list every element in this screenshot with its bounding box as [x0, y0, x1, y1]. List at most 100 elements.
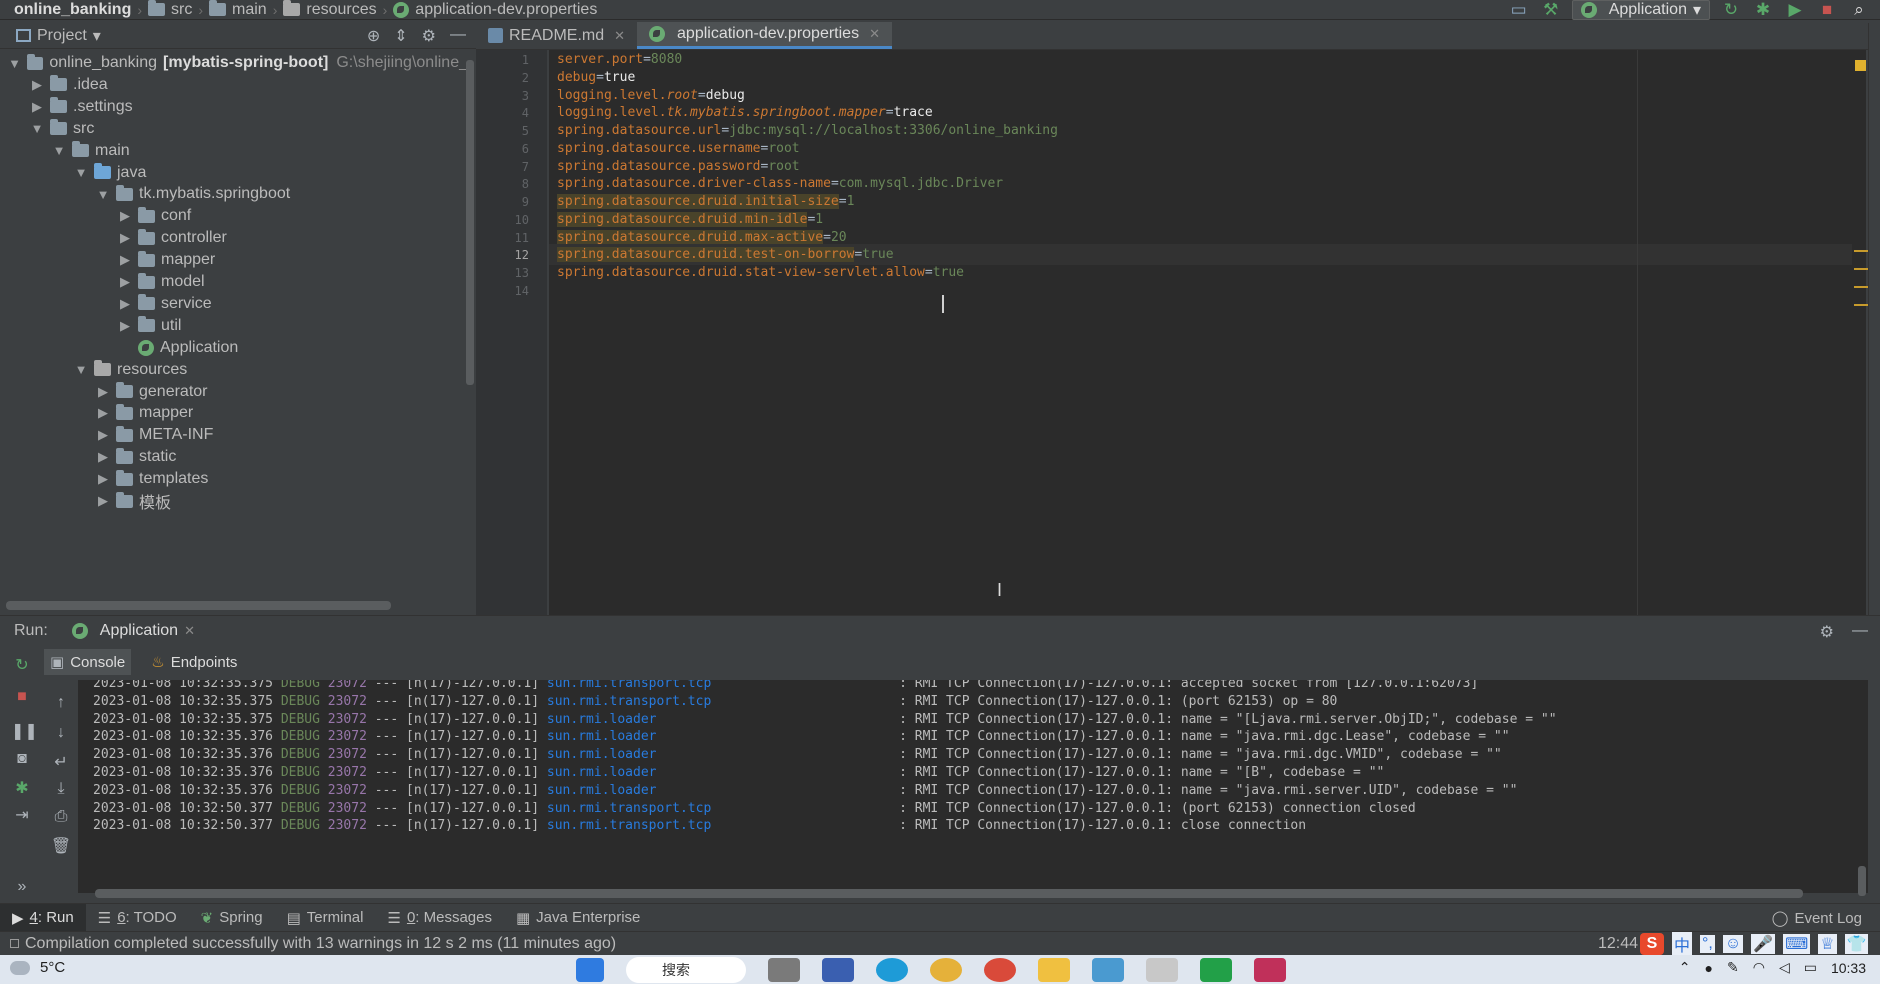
punctuation-icon[interactable]: °, [1700, 935, 1715, 953]
exit-icon[interactable]: ⇥ [11, 805, 33, 825]
ime-mode[interactable]: 中 [1672, 932, 1693, 956]
more-icon[interactable]: » [11, 878, 33, 896]
collapsed-arrow-icon[interactable]: ▶ [94, 471, 112, 487]
app-icon[interactable] [1146, 958, 1178, 982]
collapsed-arrow-icon[interactable]: ▶ [116, 252, 134, 268]
console-output[interactable]: 2023-01-08 10:32:35.375 DEBUG 23072 --- [n(1… [78, 680, 1868, 893]
arrow-up-icon[interactable]: ↑ [50, 694, 72, 712]
collapsed-arrow-icon[interactable]: ▶ [28, 77, 46, 93]
breadcrumb-src[interactable]: src [148, 0, 192, 19]
collapsed-arrow-icon[interactable]: ▶ [94, 384, 112, 400]
keyboard-icon[interactable]: ⌨ [1783, 934, 1811, 954]
line-number[interactable]: 8 [499, 177, 529, 191]
app-icon[interactable] [1092, 958, 1124, 982]
soft-wrap-icon[interactable]: ↵ [50, 752, 72, 772]
inspection-warning-icon[interactable] [1855, 60, 1866, 71]
collapsed-arrow-icon[interactable]: ▶ [94, 405, 112, 421]
collapsed-arrow-icon[interactable]: ▶ [28, 99, 46, 115]
tab-application-dev-properties[interactable]: application-dev.properties ✕ [637, 22, 892, 49]
collapsed-arrow-icon[interactable]: ▶ [116, 274, 134, 290]
tree-horizontal-scrollbar[interactable] [6, 601, 391, 610]
tree-vertical-scrollbar[interactable] [466, 60, 474, 385]
expanded-arrow-icon[interactable]: ▼ [28, 121, 46, 136]
breadcrumb-resources[interactable]: resources [283, 0, 377, 19]
status-message[interactable]: Compilation completed successfully with … [0, 935, 616, 953]
microphone-icon[interactable]: 🎤 [1751, 934, 1776, 954]
chrome-browser-icon[interactable] [930, 958, 962, 982]
expanded-arrow-icon[interactable]: ▼ [72, 362, 90, 377]
breadcrumb-project[interactable]: online_banking [0, 1, 131, 19]
log-line[interactable]: 2023-01-08 10:32:50.377 DEBUG 23072 --- [n(1… [93, 815, 1306, 836]
collapsed-arrow-icon[interactable]: ▶ [116, 230, 134, 246]
tool-window-run[interactable]: ▶ 4: Run [0, 903, 86, 932]
skin-icon[interactable]: ♕ [1818, 934, 1837, 954]
gear-icon[interactable]: ⚙ [1820, 622, 1834, 642]
shirt-icon[interactable]: 👕 [1844, 934, 1869, 954]
console-vertical-scrollbar[interactable] [1858, 866, 1866, 896]
gear-icon[interactable]: ⚙ [422, 26, 436, 46]
line-number[interactable]: 14 [499, 284, 529, 298]
collapsed-arrow-icon[interactable]: ▶ [116, 208, 134, 224]
emoji-icon[interactable]: ☺ [1722, 935, 1744, 953]
expanded-arrow-icon[interactable]: ▼ [94, 187, 112, 202]
console-horizontal-scrollbar[interactable] [95, 889, 1803, 898]
weather-widget[interactable]: 5°C [10, 959, 65, 976]
error-stripe[interactable] [1852, 50, 1868, 615]
collapsed-arrow-icon[interactable]: ▶ [116, 296, 134, 312]
line-number[interactable]: 10 [499, 213, 529, 227]
line-number[interactable]: 2 [499, 71, 529, 85]
edge-browser-icon[interactable] [876, 958, 908, 982]
tree-item[interactable]: ▶ 模板 [0, 488, 468, 514]
tool-window-spring[interactable]: ❦ Spring [189, 904, 275, 932]
arrow-down-icon[interactable]: ↓ [50, 724, 72, 742]
trash-icon[interactable]: 🗑 [50, 836, 72, 856]
debug-bug-icon[interactable]: ✱ [1752, 0, 1774, 20]
line-number[interactable]: 9 [499, 195, 529, 209]
battery-icon[interactable]: ▭ [1804, 959, 1817, 976]
close-icon[interactable]: ✕ [614, 28, 625, 44]
coverage-icon[interactable]: ▶ [1784, 0, 1806, 20]
line-number[interactable]: 1 [499, 53, 529, 67]
collapsed-arrow-icon[interactable]: ▶ [94, 449, 112, 465]
locate-target-icon[interactable]: ⊕ [367, 26, 380, 46]
build-hammer-icon[interactable]: ⚒ [1540, 0, 1562, 20]
collapsed-arrow-icon[interactable]: ▶ [94, 493, 112, 509]
search-icon[interactable]: ⌕ [1848, 0, 1870, 20]
chevron-up-icon[interactable]: ⌃ [1679, 959, 1691, 976]
camera-icon[interactable]: ◙ [11, 750, 33, 768]
code-editor[interactable]: server.port=8080 debug=true logging.level.… [549, 50, 1866, 615]
rerun-icon[interactable]: ↻ [11, 655, 33, 675]
tab-readme[interactable]: README.md ✕ [476, 22, 637, 49]
collapse-all-icon[interactable]: ⇕ [394, 26, 407, 46]
warning-marker[interactable] [1854, 304, 1868, 306]
expanded-arrow-icon[interactable]: ▼ [72, 165, 90, 180]
minimize-icon[interactable]: — [450, 26, 466, 46]
tray-app-icon[interactable]: ● [1705, 960, 1713, 976]
line-number[interactable]: 4 [499, 106, 529, 120]
rerun-icon[interactable]: ↻ [1720, 0, 1742, 20]
breadcrumb-main[interactable]: main [209, 0, 267, 19]
line-number[interactable]: 13 [499, 266, 529, 280]
minimize-icon[interactable]: — [1852, 622, 1868, 642]
windows-start-icon[interactable] [576, 958, 604, 982]
line-number[interactable]: 6 [499, 142, 529, 156]
file-explorer-icon[interactable] [1038, 958, 1070, 982]
pause-icon[interactable]: ❚❚ [11, 721, 38, 741]
collapsed-arrow-icon[interactable]: ▶ [116, 318, 134, 334]
line-number[interactable]: 3 [499, 89, 529, 103]
warning-marker[interactable] [1854, 268, 1868, 270]
tool-window-java-enterprise[interactable]: ▦ Java Enterprise [504, 904, 652, 932]
browser-icon[interactable] [984, 958, 1016, 982]
wifi-icon[interactable]: ◠ [1753, 959, 1765, 976]
task-view-icon[interactable] [768, 958, 800, 982]
debug-bug-icon[interactable]: ✱ [11, 778, 33, 798]
code-line[interactable]: spring.datasource.druid.stat-view-servle… [557, 262, 964, 283]
warning-marker[interactable] [1854, 286, 1868, 288]
hbuilder-icon[interactable] [1200, 958, 1232, 982]
tool-window-todo[interactable]: ☰ 6: TODO [86, 904, 189, 932]
line-number[interactable]: 5 [499, 124, 529, 138]
tab-endpoints[interactable]: ♨ Endpoints [145, 649, 243, 675]
tab-console[interactable]: ▣ Console [44, 649, 132, 675]
ime-logo[interactable]: S [1640, 933, 1664, 955]
scroll-to-end-icon[interactable]: ⤓ [50, 780, 72, 798]
